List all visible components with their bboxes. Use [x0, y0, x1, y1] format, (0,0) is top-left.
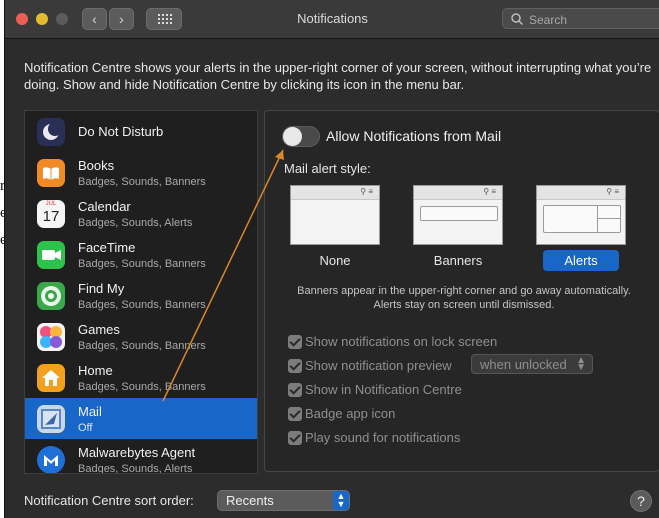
app-status: Badges, Sounds, Banners: [78, 258, 206, 270]
app-row-mail[interactable]: Mail Off: [25, 398, 257, 439]
lock-screen-label: Show notifications on lock screen: [305, 334, 498, 349]
app-status: Badges, Sounds, Banners: [78, 381, 206, 393]
chevron-updown-icon: ▲ ▼: [576, 355, 586, 373]
app-row-find-my[interactable]: Find My Badges, Sounds, Banners: [25, 275, 257, 316]
calendar-icon: JUL 17: [37, 200, 65, 228]
sound-checkbox[interactable]: [288, 431, 302, 445]
style-none-label[interactable]: None: [290, 253, 380, 268]
search-icon: [511, 13, 523, 25]
app-status: Badges, Sounds, Alerts: [78, 463, 193, 474]
toggle-knob: [283, 127, 302, 146]
notification-centre-checkbox[interactable]: [288, 383, 302, 397]
search-list-icons: ⚲ ≡: [483, 187, 496, 196]
allow-notifications-label: Allow Notifications from Mail: [326, 128, 502, 144]
games-icon: [37, 323, 65, 351]
sound-label: Play sound for notifications: [305, 430, 461, 445]
lock-screen-checkbox[interactable]: [288, 335, 302, 349]
app-row-facetime[interactable]: FaceTime Badges, Sounds, Banners: [25, 234, 257, 275]
style-alerts-thumbnail[interactable]: ⚲ ≡: [536, 185, 626, 245]
moon-icon: [37, 118, 65, 146]
app-name: Home: [78, 363, 113, 378]
sort-order-select[interactable]: Recents ▲ ▼: [217, 490, 350, 511]
alert-style-label: Mail alert style:: [284, 161, 371, 176]
app-name: Games: [78, 322, 120, 337]
app-row-games[interactable]: Games Badges, Sounds, Banners: [25, 316, 257, 357]
style-none-thumbnail[interactable]: ⚲ ≡: [290, 185, 380, 245]
app-status: Badges, Sounds, Banners: [78, 176, 206, 188]
app-name: Find My: [78, 281, 125, 296]
search-list-icons: ⚲ ≡: [360, 187, 373, 196]
sort-order-value: Recents: [226, 493, 274, 508]
findmy-icon: [37, 282, 65, 310]
banner-preview: [420, 206, 498, 221]
app-row-books[interactable]: Books Badges, Sounds, Banners: [25, 152, 257, 193]
allow-notifications-toggle[interactable]: [282, 126, 320, 147]
app-row-malwarebytes[interactable]: Malwarebytes Agent Badges, Sounds, Alert…: [25, 439, 257, 474]
app-name: FaceTime: [78, 240, 136, 255]
notification-centre-label: Show in Notification Centre: [305, 382, 462, 397]
help-button[interactable]: ?: [630, 490, 652, 512]
facetime-icon: [37, 241, 65, 269]
preview-popup-value: when unlocked: [480, 357, 567, 372]
titlebar: ‹ › Notifications: [5, 0, 659, 39]
style-alerts-label[interactable]: Alerts: [543, 250, 619, 271]
sort-order-label: Notification Centre sort order:: [24, 493, 194, 508]
alert-preview: [543, 205, 621, 233]
app-name: Malwarebytes Agent: [78, 445, 196, 460]
style-banners-label[interactable]: Banners: [413, 253, 503, 268]
app-list[interactable]: Do Not Disturb Books Badges, Sounds, Ban…: [24, 110, 258, 474]
app-status: Off: [78, 422, 93, 434]
app-row-home[interactable]: Home Badges, Sounds, Banners: [25, 357, 257, 398]
app-row-calendar[interactable]: JUL 17 Calendar Badges, Sounds, Alerts: [25, 193, 257, 234]
intro-text: Notification Centre shows your alerts in…: [24, 60, 652, 92]
app-row-do-not-disturb[interactable]: Do Not Disturb: [25, 111, 257, 152]
app-name: Calendar: [78, 199, 131, 214]
app-status: Badges, Sounds, Banners: [78, 299, 206, 311]
badge-label: Badge app icon: [305, 406, 396, 421]
badge-checkbox[interactable]: [288, 407, 302, 421]
home-icon: [37, 364, 65, 392]
app-name: Books: [78, 158, 115, 173]
style-banners-thumbnail[interactable]: ⚲ ≡: [413, 185, 503, 245]
app-status: Badges, Sounds, Banners: [78, 340, 206, 352]
search-input[interactable]: [527, 10, 659, 29]
preview-checkbox[interactable]: [288, 359, 302, 373]
search-list-icons: ⚲ ≡: [606, 187, 619, 196]
preview-popup[interactable]: when unlocked ▲ ▼: [471, 354, 593, 374]
style-description: Banners appear in the upper-right corner…: [297, 285, 631, 311]
app-status: Badges, Sounds, Alerts: [78, 217, 193, 229]
preview-label: Show notification preview: [305, 358, 452, 373]
books-icon: [37, 159, 65, 187]
app-name: Mail: [78, 404, 102, 419]
app-name: Do Not Disturb: [78, 124, 164, 139]
search-field[interactable]: [502, 8, 659, 29]
mail-icon: [37, 405, 65, 433]
preferences-window: ‹ › Notifications Notification Centre sh…: [4, 0, 659, 518]
malwarebytes-icon: [37, 446, 65, 473]
chevron-updown-icon: ▲ ▼: [333, 491, 349, 510]
